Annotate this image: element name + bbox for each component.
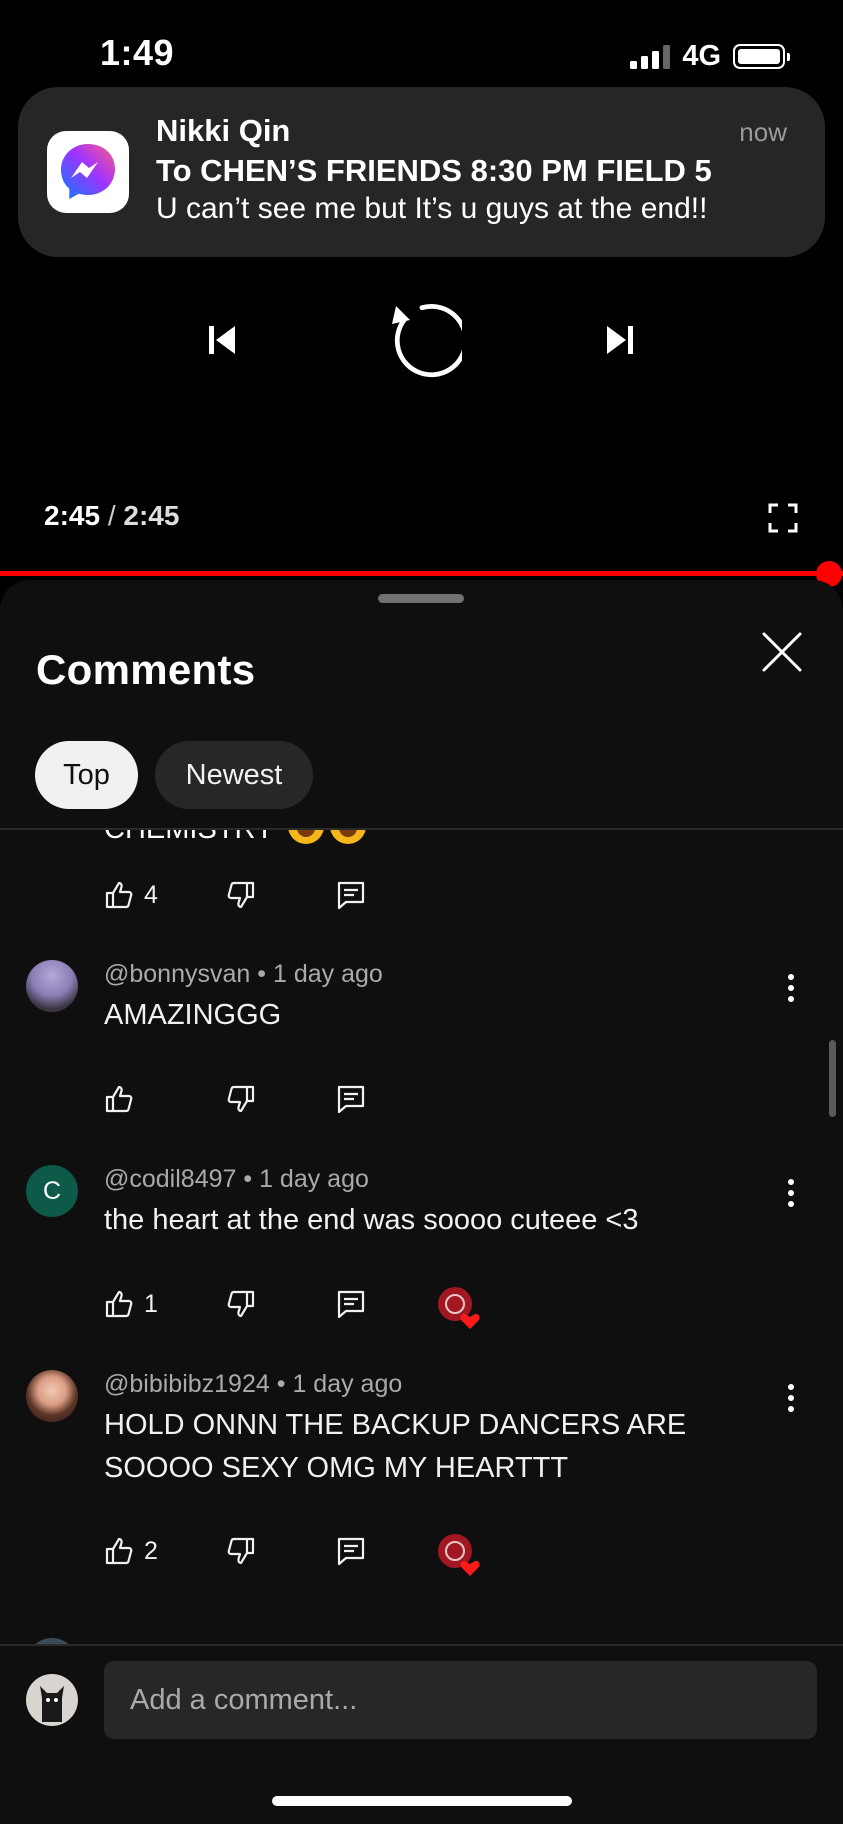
time-separator: / [107,500,116,531]
avatar[interactable] [26,1370,78,1422]
more-options-button[interactable] [786,1179,796,1207]
status-time: 1:49 [100,32,175,73]
reply-button[interactable] [336,880,366,910]
my-avatar[interactable] [26,1674,78,1726]
add-comment-input[interactable] [104,1661,817,1739]
comment-age: 1 day ago [272,960,383,988]
reply-icon [337,881,365,910]
duration: 2:45 [123,500,180,531]
filter-newest[interactable]: Newest [155,741,313,809]
comment-actions: 4 [104,880,604,920]
thumb-up-icon [105,881,133,909]
current-time: 2:45 [44,500,101,531]
like-button[interactable] [104,1084,144,1114]
progress-bar[interactable] [0,571,843,576]
comments-panel: Comments Top Newest CHEMISTRY 4 @bon [0,580,843,1824]
thumb-down-icon [227,1085,255,1113]
comment-actions: 1 [104,1287,604,1329]
notification-time: now [739,117,787,147]
replay-button[interactable] [380,298,464,382]
comment-author[interactable]: @codil8497 [104,1165,236,1193]
comment-text: AMAZINGGG [104,999,282,1031]
reply-icon [337,1290,365,1319]
thumb-down-icon [227,1290,255,1318]
thumb-down-icon [227,1537,255,1565]
fullscreen-button[interactable] [764,499,802,537]
close-button[interactable] [756,626,808,678]
heart-eyes-emoji [287,830,324,844]
like-count: 4 [144,880,158,909]
creator-heart-icon [438,1287,480,1329]
skip-previous-icon [209,326,235,354]
comment-author[interactable]: @bibibibz1924 [104,1370,270,1398]
comment-actions [104,1084,604,1124]
home-indicator[interactable] [272,1796,572,1806]
comment-actions: 2 [104,1534,604,1576]
thumb-down-icon [227,881,255,909]
comment-text: HOLD ONNN THE BACKUP DANCERS ARE SOOOO S… [104,1409,687,1484]
comment-list[interactable]: CHEMISTRY 4 @bonnysvan • 1 day ago AMAZI… [0,830,843,1645]
close-icon [762,632,802,672]
battery-icon [733,44,790,69]
previous-video-button[interactable] [200,318,244,362]
comment-meta: @bibibibz1924 • 1 day ago [104,1370,403,1398]
messenger-icon [47,131,129,213]
notification-body: U can’t see me but It’s u guys at the en… [156,192,708,225]
dislike-button[interactable] [226,1084,256,1114]
notification-sender: Nikki Qin [156,113,291,148]
like-count: 2 [144,1536,158,1565]
thumb-up-icon [105,1537,133,1565]
dislike-button[interactable] [226,1536,256,1566]
comment-age: 1 day ago [259,1165,369,1193]
comments-title: Comments [36,646,256,693]
comment-age: 1 day ago [292,1370,403,1398]
reply-button[interactable] [336,1289,366,1319]
reply-icon [337,1085,365,1114]
comment-meta: @bonnysvan • 1 day ago [104,960,383,988]
comment-meta: @codil8497 • 1 day ago [104,1165,369,1193]
like-button[interactable]: 1 [104,1289,158,1319]
scrollbar[interactable] [829,1040,836,1117]
like-button[interactable]: 4 [104,880,158,910]
reply-button[interactable] [336,1536,366,1566]
like-count: 1 [144,1289,158,1318]
dislike-button[interactable] [226,1289,256,1319]
comment-author[interactable]: @bonnysvan [104,960,250,988]
notification-banner[interactable]: Nikki Qin now To CHEN’S FRIENDS 8:30 PM … [18,87,825,257]
cat-icon [40,1686,64,1722]
notification-title: To CHEN’S FRIENDS 8:30 PM FIELD 5 [156,153,712,188]
next-video-button[interactable] [598,318,642,362]
partial-comment-body: CHEMISTRY [104,830,274,845]
thumb-up-icon [105,1290,133,1318]
playback-time: 2:45 / 2:45 [44,500,179,532]
like-button[interactable]: 2 [104,1536,158,1566]
more-options-button[interactable] [786,1384,796,1412]
dislike-button[interactable] [226,880,256,910]
partial-comment-text: CHEMISTRY [104,830,366,846]
divider [0,1644,843,1646]
heart-eyes-emoji [329,830,366,844]
status-indicators: 4G [630,40,790,73]
filter-top[interactable]: Top [35,741,138,809]
skip-next-icon [607,326,633,354]
comment-text: the heart at the end was soooo cuteee <3 [104,1204,639,1236]
drag-handle[interactable] [378,594,464,603]
network-type: 4G [682,40,721,72]
fullscreen-icon [768,503,798,533]
avatar[interactable]: C [26,1165,78,1217]
replay-icon [392,303,462,378]
reply-button[interactable] [336,1084,366,1114]
thumb-up-icon [105,1085,133,1113]
reply-icon [337,1537,365,1566]
cellular-signal-icon [630,44,671,69]
creator-heart-icon [438,1534,480,1576]
more-options-button[interactable] [786,974,796,1002]
avatar[interactable] [26,960,78,1012]
